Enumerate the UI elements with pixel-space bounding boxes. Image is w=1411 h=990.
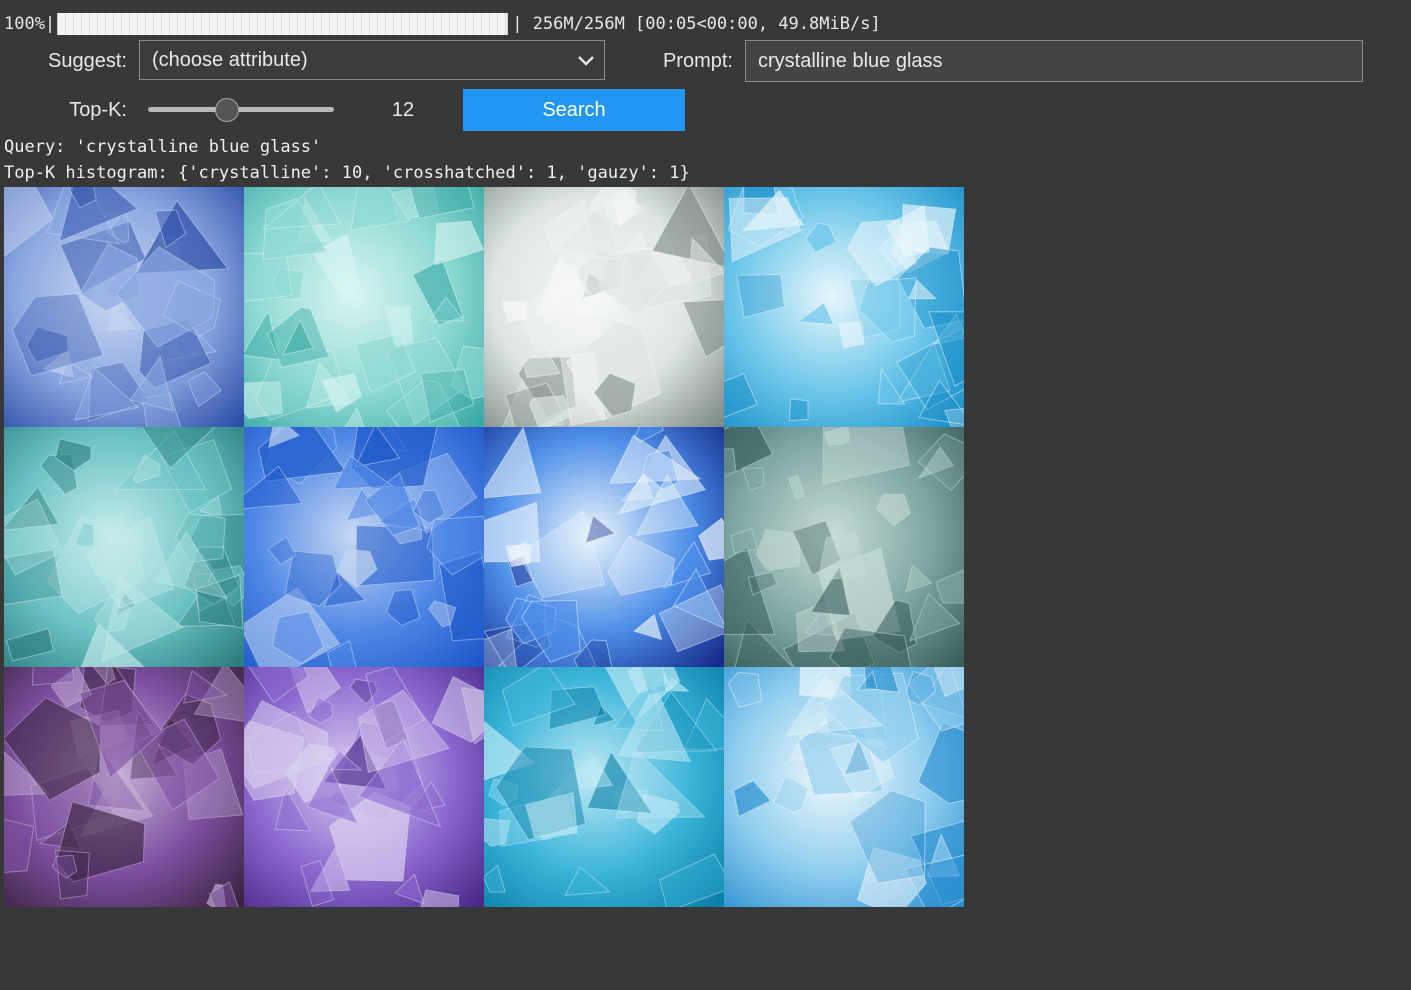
result-image-blue-glass-pieces [724,187,964,427]
topk-slider[interactable] [148,98,334,122]
progress-stats: 256M/256M [00:05<00:00, 49.8MiB/s] [522,14,881,34]
results-image-grid [4,187,964,907]
result-image-blue-topaz [724,667,964,907]
result-image-blue-faceted-bead [484,667,724,907]
result-image-green-crystal [724,427,964,667]
progress-percent: 100% [4,14,45,34]
result-image-amethyst [4,667,244,907]
result-image-aqua-crystal [244,187,484,427]
topk-label: Top-K: [69,99,127,121]
progress-bar [57,13,509,35]
result-image-purple-druzy [244,667,484,907]
progress-line: 100% | | 256M/256M [00:05<00:00, 49.8MiB/s… [4,12,881,36]
result-image-frosted-blue-glass [4,187,244,427]
suggest-dropdown-value: (choose attribute) [152,48,308,71]
histogram-output: Top-K histogram: {'crystalline': 10, 'cr… [4,163,690,183]
result-image-blue-geode [484,427,724,667]
progress-bar-left-edge: | [44,14,56,34]
suggest-label: Suggest: [48,50,127,72]
prompt-label: Prompt: [662,50,733,72]
topk-value: 12 [391,99,415,121]
topk-slider-track [148,107,334,112]
result-image-teal-druzy [4,427,244,667]
prompt-input[interactable] [745,40,1363,82]
query-output: Query: 'crystalline blue glass' [4,137,322,157]
topk-slider-thumb[interactable] [215,98,240,122]
search-button[interactable]: Search [463,89,685,131]
suggest-dropdown[interactable]: (choose attribute) [139,40,605,80]
chevron-down-icon [578,56,594,66]
result-image-blue-gauze [244,427,484,667]
result-image-quartz-cluster [484,187,724,427]
progress-bar-right-edge: | [512,14,523,34]
